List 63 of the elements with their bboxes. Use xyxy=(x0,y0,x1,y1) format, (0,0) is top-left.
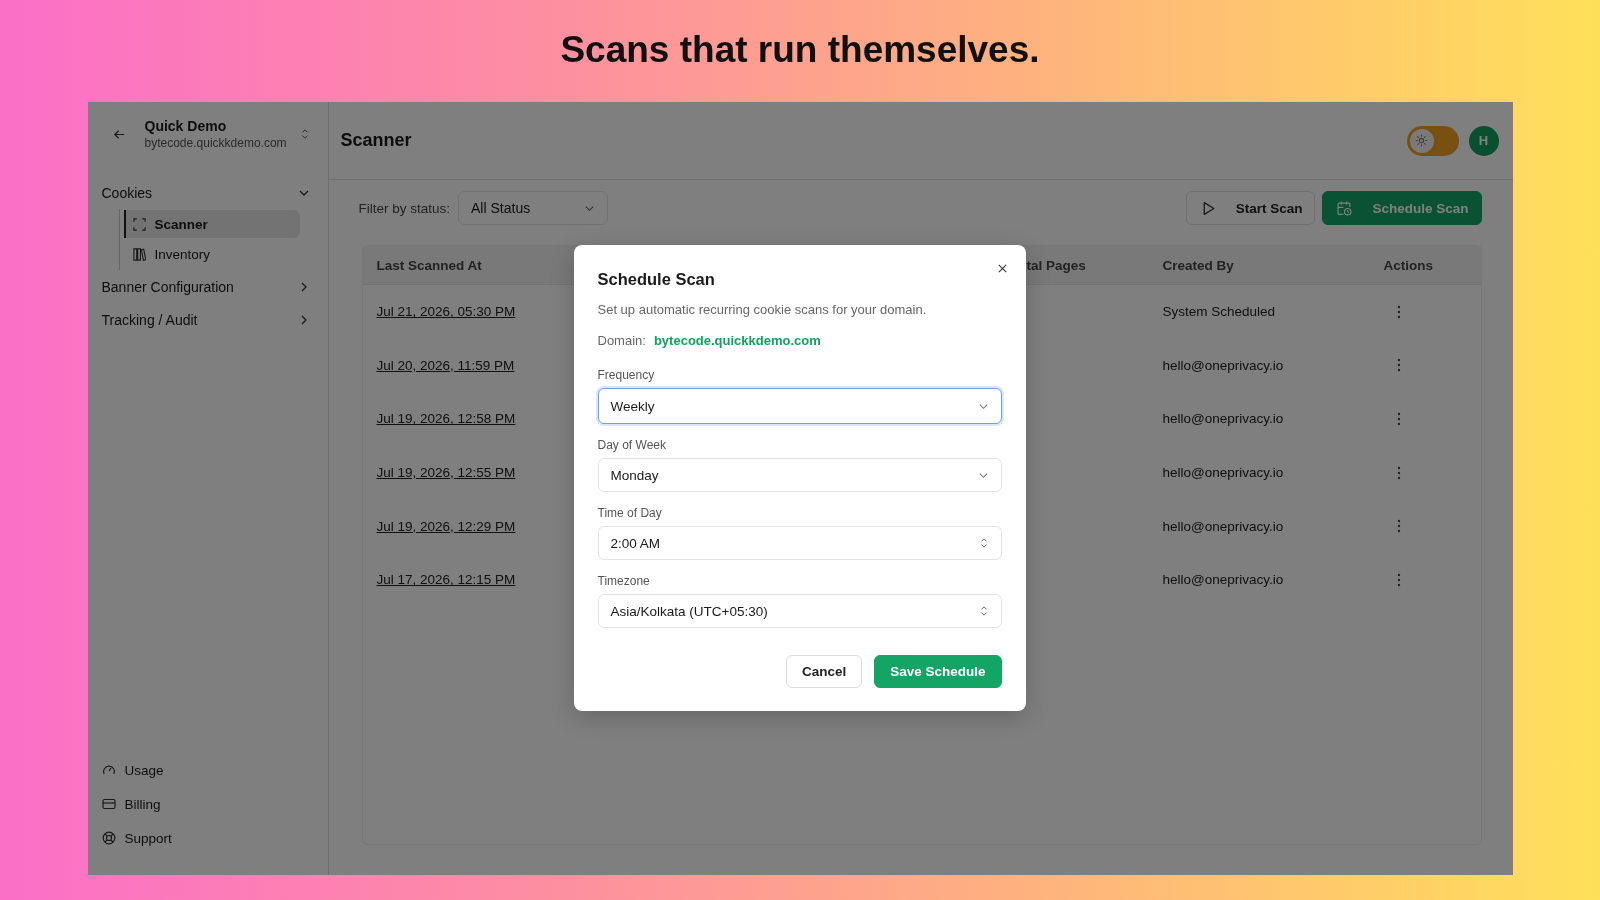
action-button[interactable]: Start Scan xyxy=(1185,191,1316,225)
table-cell: hello@oneprivacy.io xyxy=(1162,411,1284,427)
dialog-title: Schedule Scan xyxy=(597,270,716,289)
table-cell: hello@oneprivacy.io xyxy=(1162,518,1284,534)
column-header: Actions xyxy=(1383,257,1434,273)
books-icon xyxy=(132,247,146,261)
field-label: Timezone xyxy=(597,574,651,588)
theme-toggle[interactable] xyxy=(1406,125,1459,156)
up-down-icon xyxy=(978,536,989,550)
card-icon xyxy=(101,797,116,811)
scan-date-link[interactable]: Jul 19, 2026, 12:29 PM xyxy=(376,518,516,534)
domain-label: Domain: xyxy=(597,333,646,348)
footer-nav-item[interactable]: Support xyxy=(101,827,310,849)
calendar-clock-icon xyxy=(1337,200,1353,216)
table-cell: hello@oneprivacy.io xyxy=(1162,357,1284,373)
scan-date-link[interactable]: Jul 20, 2026, 11:59 PM xyxy=(376,357,515,373)
field-label: Frequency xyxy=(597,368,656,382)
dialog-button[interactable]: Save Schedule xyxy=(874,655,1002,688)
more-options-icon[interactable] xyxy=(1396,412,1401,426)
switch-workspace-icon[interactable] xyxy=(299,127,310,141)
column-header: Last Scanned At xyxy=(376,257,483,273)
scan-date-link[interactable]: Jul 19, 2026, 12:55 PM xyxy=(376,465,516,481)
close-icon[interactable] xyxy=(996,263,1008,274)
more-options-icon[interactable] xyxy=(1396,358,1401,373)
table-cell: hello@oneprivacy.io xyxy=(1162,465,1284,481)
table-cell: System Scheduled xyxy=(1162,304,1276,320)
sun-icon xyxy=(1415,134,1428,147)
status-filter-select[interactable]: All Status xyxy=(458,191,609,225)
workspace-name: Quick Demo xyxy=(144,118,228,134)
more-options-icon[interactable] xyxy=(1396,572,1401,587)
nav-item[interactable]: Scanner xyxy=(123,210,300,238)
up-down-icon xyxy=(978,604,989,618)
scan-frame-icon xyxy=(132,217,146,231)
dialog-description: Set up automatic recurring cookie scans for your domain. xyxy=(597,302,928,317)
domain-value: bytecode.quickkdemo.com xyxy=(653,333,821,348)
workspace-domain: bytecode.quickkdemo.com xyxy=(144,136,288,150)
column-header: tal Pages xyxy=(1026,257,1087,273)
scan-date-link[interactable]: Jul 21, 2026, 05:30 PM xyxy=(376,304,516,320)
select-field[interactable]: Monday xyxy=(597,458,1002,492)
more-options-icon[interactable] xyxy=(1396,519,1401,534)
filter-label: Filter by status: xyxy=(358,200,451,216)
lifebuoy-icon xyxy=(101,831,116,845)
select-field[interactable]: 2:00 AM xyxy=(597,526,1002,560)
page-title: Scanner xyxy=(340,130,412,151)
headline: Scans that run themselves. xyxy=(560,28,1040,72)
footer-nav-item[interactable]: Billing xyxy=(101,793,310,815)
column-header: Created By xyxy=(1162,257,1235,273)
select-field[interactable]: Asia/Kolkata (UTC+05:30) xyxy=(597,594,1002,628)
nav-item[interactable]: Inventory xyxy=(123,240,300,268)
nav-section[interactable]: Tracking / Audit xyxy=(101,303,310,336)
select-field[interactable]: Weekly xyxy=(597,388,1002,424)
more-options-icon[interactable] xyxy=(1396,465,1401,480)
nav-section[interactable]: Cookies xyxy=(101,176,310,209)
scan-date-link[interactable]: Jul 17, 2026, 12:15 PM xyxy=(376,572,516,588)
nav-section[interactable]: Banner Configuration xyxy=(101,270,310,303)
more-options-icon[interactable] xyxy=(1396,304,1401,319)
gauge-icon xyxy=(101,763,116,777)
footer-nav-item[interactable]: Usage xyxy=(101,759,310,781)
table-cell: hello@oneprivacy.io xyxy=(1162,572,1284,588)
scan-date-link[interactable]: Jul 19, 2026, 12:58 PM xyxy=(376,411,516,427)
field-label: Time of Day xyxy=(597,506,663,520)
field-label: Day of Week xyxy=(597,438,667,452)
dialog-button[interactable]: Cancel xyxy=(785,655,863,688)
